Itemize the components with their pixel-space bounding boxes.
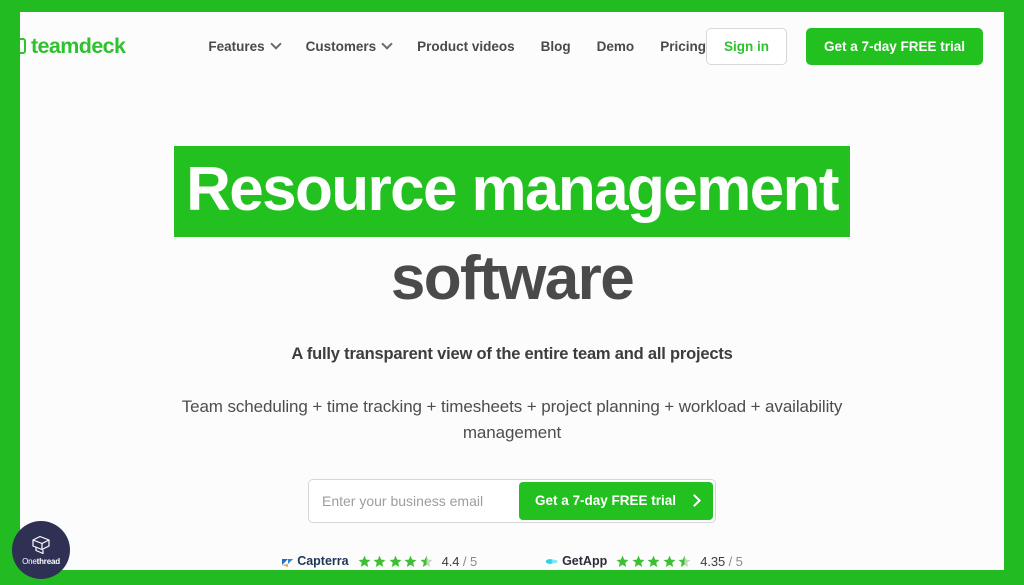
capterra-name: Capterra <box>297 554 349 569</box>
headline-highlight: Resource management <box>174 146 850 237</box>
capterra-out-of: 5 <box>469 553 478 569</box>
capterra-score: 4.4 / 5 <box>441 553 478 569</box>
capterra-stars <box>358 555 433 568</box>
capterra-separator: / <box>462 553 467 569</box>
onethread-name-light: One <box>22 557 37 566</box>
hero-description: Team scheduling + time tracking + timesh… <box>181 397 843 443</box>
nav-item-demo[interactable]: Demo <box>597 39 635 54</box>
onethread-name-bold: thread <box>36 557 60 566</box>
capterra-flag-icon <box>282 558 294 567</box>
nav-label: Features <box>208 38 265 54</box>
header-free-trial-button[interactable]: Get a 7-day FREE trial <box>805 27 983 65</box>
hero-section: Resource management software A fully tra… <box>20 80 1004 569</box>
page-content: teamdeck Features Customers Product vide… <box>20 12 1004 570</box>
chevron-down-icon <box>272 40 280 48</box>
chevron-down-icon <box>383 40 391 48</box>
nav-label: Demo <box>596 38 635 54</box>
email-signup-form: Get a 7-day FREE trial <box>308 478 716 523</box>
business-email-input[interactable] <box>311 491 519 510</box>
main-navigation: Features Customers Product videos Blog D… <box>208 39 706 54</box>
nav-item-customers[interactable]: Customers <box>306 39 392 54</box>
header-actions: Sign in Get a 7-day FREE trial <box>705 27 983 65</box>
getapp-stars <box>616 555 691 568</box>
ratings-row: Capterra 4.4 / 5 GetApp 4.35 / 5 <box>20 554 1004 569</box>
headline-second-line: software <box>390 244 635 313</box>
nav-label: Customers <box>305 38 377 54</box>
capterra-score-value: 4.4 <box>441 553 460 569</box>
onethread-cube-icon <box>32 535 50 555</box>
hero-subheadline: A fully transparent view of the entire t… <box>291 345 733 364</box>
nav-label: Pricing <box>660 38 706 54</box>
getapp-score: 4.35 / 5 <box>700 554 743 569</box>
nav-item-blog[interactable]: Blog <box>541 39 571 54</box>
rating-capterra[interactable]: Capterra 4.4 / 5 <box>281 554 477 569</box>
teamdeck-logo[interactable]: teamdeck <box>20 34 158 59</box>
getapp-brand: GetApp <box>545 554 607 568</box>
getapp-separator: / <box>728 553 733 569</box>
getapp-score-value: 4.35 <box>700 553 726 569</box>
sign-in-button[interactable]: Sign in <box>705 27 787 65</box>
capterra-brand: Capterra <box>281 554 349 569</box>
getapp-name: GetApp <box>562 554 608 569</box>
rating-getapp[interactable]: GetApp 4.35 / 5 <box>545 554 743 569</box>
form-free-trial-button[interactable]: Get a 7-day FREE trial <box>518 481 713 520</box>
page-title: Resource management <box>20 146 1004 237</box>
chevron-right-icon <box>688 494 701 508</box>
getapp-swoosh-icon <box>545 558 558 564</box>
form-cta-label: Get a 7-day FREE trial <box>534 493 676 509</box>
onethread-watermark-badge[interactable]: Onethread <box>12 521 70 579</box>
nav-label: Blog <box>540 38 571 54</box>
nav-label: Product videos <box>417 38 515 54</box>
getapp-out-of: 5 <box>735 553 743 569</box>
logo-text: teamdeck <box>31 33 126 58</box>
onethread-label: Onethread <box>22 557 60 566</box>
nav-item-features[interactable]: Features <box>208 39 279 54</box>
site-header: teamdeck Features Customers Product vide… <box>20 12 1004 80</box>
nav-item-pricing[interactable]: Pricing <box>660 39 706 54</box>
green-frame: teamdeck Features Customers Product vide… <box>0 0 1024 585</box>
teamdeck-square-mark-icon <box>20 38 26 54</box>
nav-item-product-videos[interactable]: Product videos <box>417 39 515 54</box>
